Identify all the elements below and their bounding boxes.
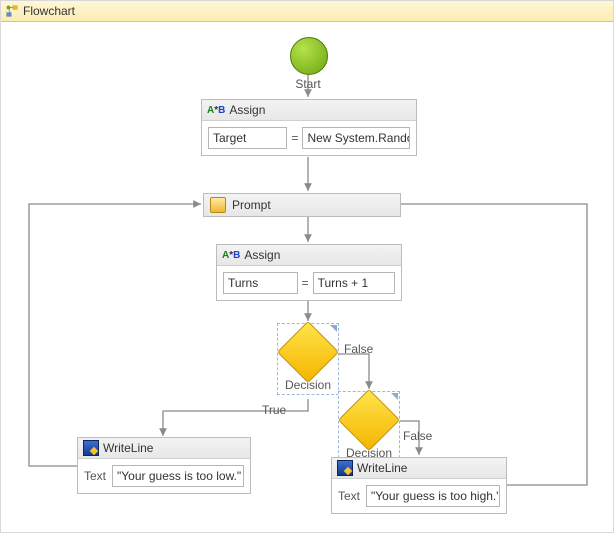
branch-label-false: False: [344, 342, 373, 356]
prompt-activity[interactable]: Prompt: [203, 193, 401, 217]
writeline-icon: [83, 440, 99, 456]
writeline-icon: [337, 460, 353, 476]
assign-activity-turns[interactable]: A*B Assign Turns = Turns + 1: [216, 244, 402, 301]
assign-to-field[interactable]: Turns: [223, 272, 298, 294]
expand-corner-icon[interactable]: [391, 393, 398, 400]
activity-header: WriteLine: [332, 458, 506, 479]
activity-header: A*B Assign: [202, 100, 416, 121]
assign-activity-target[interactable]: A*B Assign Target = New System.Rando: [201, 99, 417, 156]
decision-node-2[interactable]: Decision: [338, 391, 400, 463]
assign-icon: A*B: [207, 105, 225, 116]
assign-icon: A*B: [222, 250, 240, 261]
activity-title: Assign: [229, 103, 265, 117]
flowchart-title: Flowchart: [23, 4, 75, 18]
activity-title: Prompt: [232, 198, 271, 212]
assign-value-field[interactable]: New System.Rando: [302, 127, 410, 149]
activity-title: Assign: [244, 248, 280, 262]
activity-title: WriteLine: [103, 441, 153, 455]
equals-label: =: [291, 131, 298, 145]
activity-header: A*B Assign: [217, 245, 401, 266]
start-node[interactable]: [290, 37, 328, 75]
text-value-field[interactable]: "Your guess is too high.": [366, 485, 500, 507]
text-value-field[interactable]: "Your guess is too low.": [112, 465, 244, 487]
property-label: Text: [84, 469, 106, 483]
writeline-activity-low[interactable]: WriteLine Text "Your guess is too low.": [77, 437, 251, 494]
flowchart-header: Flowchart: [1, 1, 613, 22]
property-label: Text: [338, 489, 360, 503]
expand-corner-icon[interactable]: [330, 325, 337, 332]
decision-node-1[interactable]: Decision: [277, 323, 339, 395]
assign-value-field[interactable]: Turns + 1: [313, 272, 395, 294]
start-label: Start: [278, 77, 338, 91]
equals-label: =: [302, 276, 309, 290]
flowchart-designer-canvas[interactable]: Flowchart Start A*B Assign: [0, 0, 614, 533]
branch-label-true: True: [262, 403, 286, 417]
activity-header: WriteLine: [78, 438, 250, 459]
branch-label-false: False: [403, 429, 432, 443]
prompt-icon: [210, 197, 226, 213]
activity-title: WriteLine: [357, 461, 407, 475]
assign-to-field[interactable]: Target: [208, 127, 287, 149]
flowchart-icon: [5, 4, 19, 18]
writeline-activity-high[interactable]: WriteLine Text "Your guess is too high.": [331, 457, 507, 514]
